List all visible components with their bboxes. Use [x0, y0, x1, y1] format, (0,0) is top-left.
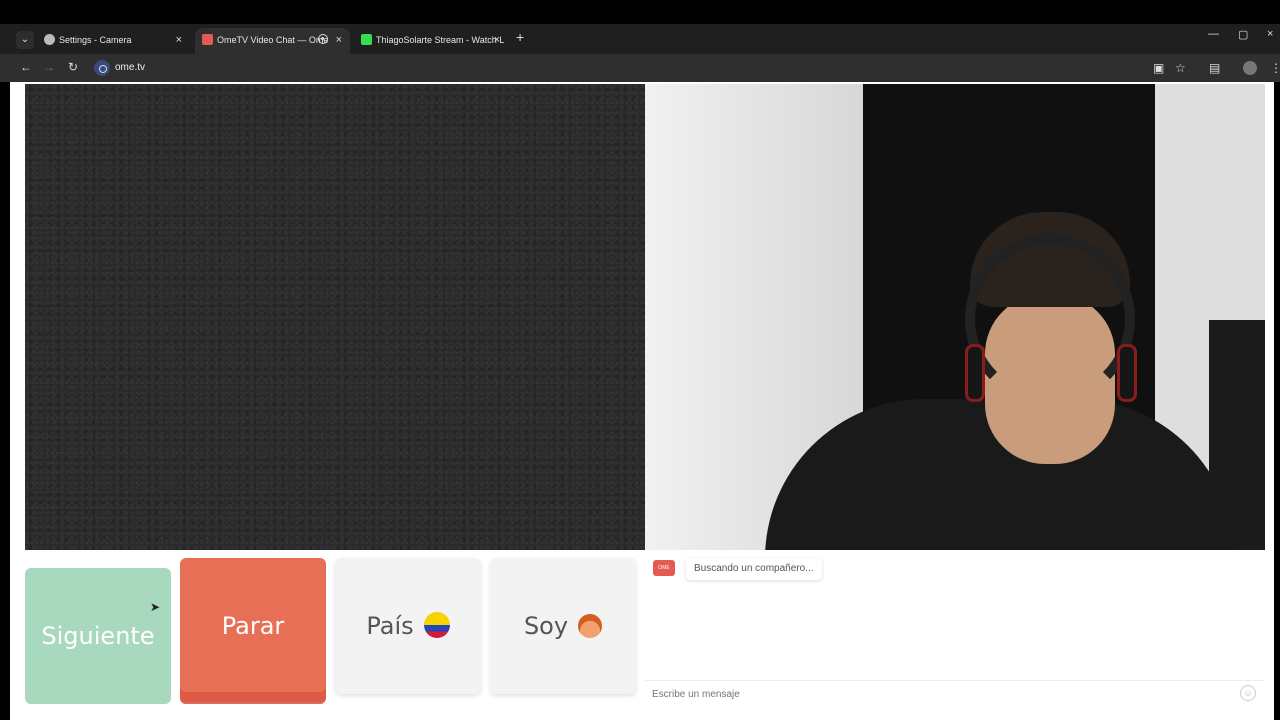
minimize-button[interactable]: —: [1208, 28, 1219, 40]
back-button[interactable]: ←: [20, 60, 32, 74]
chat-panel: OME Buscando un compañero... ☺: [645, 550, 1265, 720]
profile-avatar[interactable]: [1243, 61, 1257, 75]
bookmark-star-icon[interactable]: ☆: [1175, 61, 1186, 75]
address-bar[interactable]: ome.tv: [93, 58, 1133, 78]
browser-window: ⌄ Settings - Camera × OmeTV Video Chat —…: [0, 0, 1280, 720]
tab-title: ThiagoSolarte Stream - Watch L: [376, 35, 505, 45]
tab-ometv[interactable]: OmeTV Video Chat — Ome ×: [195, 28, 350, 54]
gear-icon: [44, 34, 55, 45]
gender-filter-button[interactable]: Soy: [490, 558, 636, 694]
partner-video: [25, 84, 645, 550]
extensions-icon[interactable]: ▤: [1209, 61, 1220, 75]
next-button[interactable]: Siguiente: [25, 568, 171, 704]
maximize-button[interactable]: ▢: [1238, 28, 1248, 41]
self-video: [645, 84, 1265, 550]
cast-icon[interactable]: ▣: [1153, 61, 1164, 75]
ometv-logo: OME: [653, 560, 675, 576]
close-tab-icon[interactable]: ×: [176, 28, 182, 52]
tab-title: OmeTV Video Chat — Ome: [217, 35, 329, 45]
smile-icon[interactable]: ☺: [1240, 685, 1256, 701]
country-label: País: [366, 612, 414, 640]
kick-icon: [361, 34, 372, 45]
message-bar: ☺: [645, 680, 1265, 706]
mouse-cursor-icon: ➤: [150, 600, 161, 614]
gender-label: Soy: [523, 612, 569, 640]
url-text: ome.tv: [115, 62, 146, 73]
close-window-button[interactable]: ×: [1267, 28, 1273, 40]
tab-kick-stream[interactable]: ThiagoSolarte Stream - Watch L ×: [354, 28, 508, 54]
message-input[interactable]: [652, 685, 1212, 703]
site-info-icon[interactable]: [94, 60, 110, 76]
ometv-icon: [202, 34, 213, 45]
stop-button[interactable]: Parar: [180, 558, 326, 704]
country-filter-button[interactable]: País: [335, 558, 481, 694]
boy-emoji-icon: [578, 614, 603, 638]
recording-icon: [318, 34, 328, 44]
tab-search-icon[interactable]: ⌄: [16, 31, 34, 49]
new-tab-button[interactable]: +: [516, 29, 524, 45]
status-message: Buscando un compañero...: [686, 558, 822, 580]
reload-button[interactable]: ↻: [68, 60, 78, 74]
close-tab-icon[interactable]: ×: [336, 28, 342, 52]
tab-title: Settings - Camera: [59, 35, 132, 45]
close-tab-icon[interactable]: ×: [494, 28, 500, 52]
forward-button[interactable]: →: [43, 60, 55, 74]
headset-icon: [965, 234, 1135, 404]
navigation-bar: ← → ↻ ome.tv ▣ ☆ ▤ ⋮: [0, 54, 1280, 82]
colombia-flag-icon: [423, 612, 450, 638]
tab-strip: ⌄ Settings - Camera × OmeTV Video Chat —…: [0, 24, 1280, 54]
tab-settings-camera[interactable]: Settings - Camera ×: [37, 28, 190, 54]
menu-icon[interactable]: ⋮: [1270, 61, 1280, 75]
